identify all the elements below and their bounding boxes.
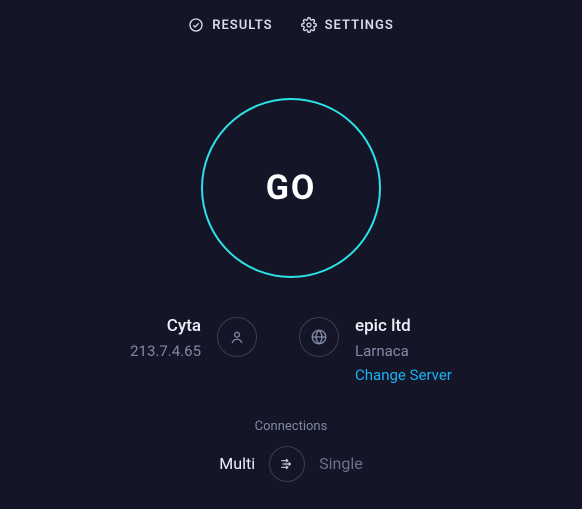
globe-icon <box>299 317 339 357</box>
gear-icon <box>301 17 317 33</box>
results-icon <box>188 17 204 33</box>
connections-label: Connections <box>0 419 582 434</box>
multi-arrows-icon <box>279 456 295 472</box>
settings-label: SETTINGS <box>325 18 394 33</box>
connection-info: Cyta 213.7.4.65 epic ltd Larnaca Change … <box>0 315 582 387</box>
client-ip: 213.7.4.65 <box>130 339 201 363</box>
server-city: Larnaca <box>355 339 452 363</box>
go-label: GO <box>266 168 317 208</box>
go-button[interactable]: GO <box>201 98 381 278</box>
go-area: GO <box>0 98 582 278</box>
top-nav: RESULTS SETTINGS <box>0 0 582 33</box>
results-label: RESULTS <box>212 18 272 33</box>
user-icon <box>217 317 257 357</box>
connection-mode: Multi Single <box>0 446 582 482</box>
mode-toggle[interactable] <box>269 446 305 482</box>
client-isp: Cyta <box>130 315 201 339</box>
settings-tab[interactable]: SETTINGS <box>301 17 394 33</box>
client-block: Cyta 213.7.4.65 <box>130 315 257 387</box>
mode-multi[interactable]: Multi <box>219 454 255 473</box>
results-tab[interactable]: RESULTS <box>188 17 272 33</box>
change-server-link[interactable]: Change Server <box>355 363 452 387</box>
server-block: epic ltd Larnaca Change Server <box>299 315 452 387</box>
server-provider: epic ltd <box>355 315 452 339</box>
mode-single[interactable]: Single <box>319 454 363 473</box>
